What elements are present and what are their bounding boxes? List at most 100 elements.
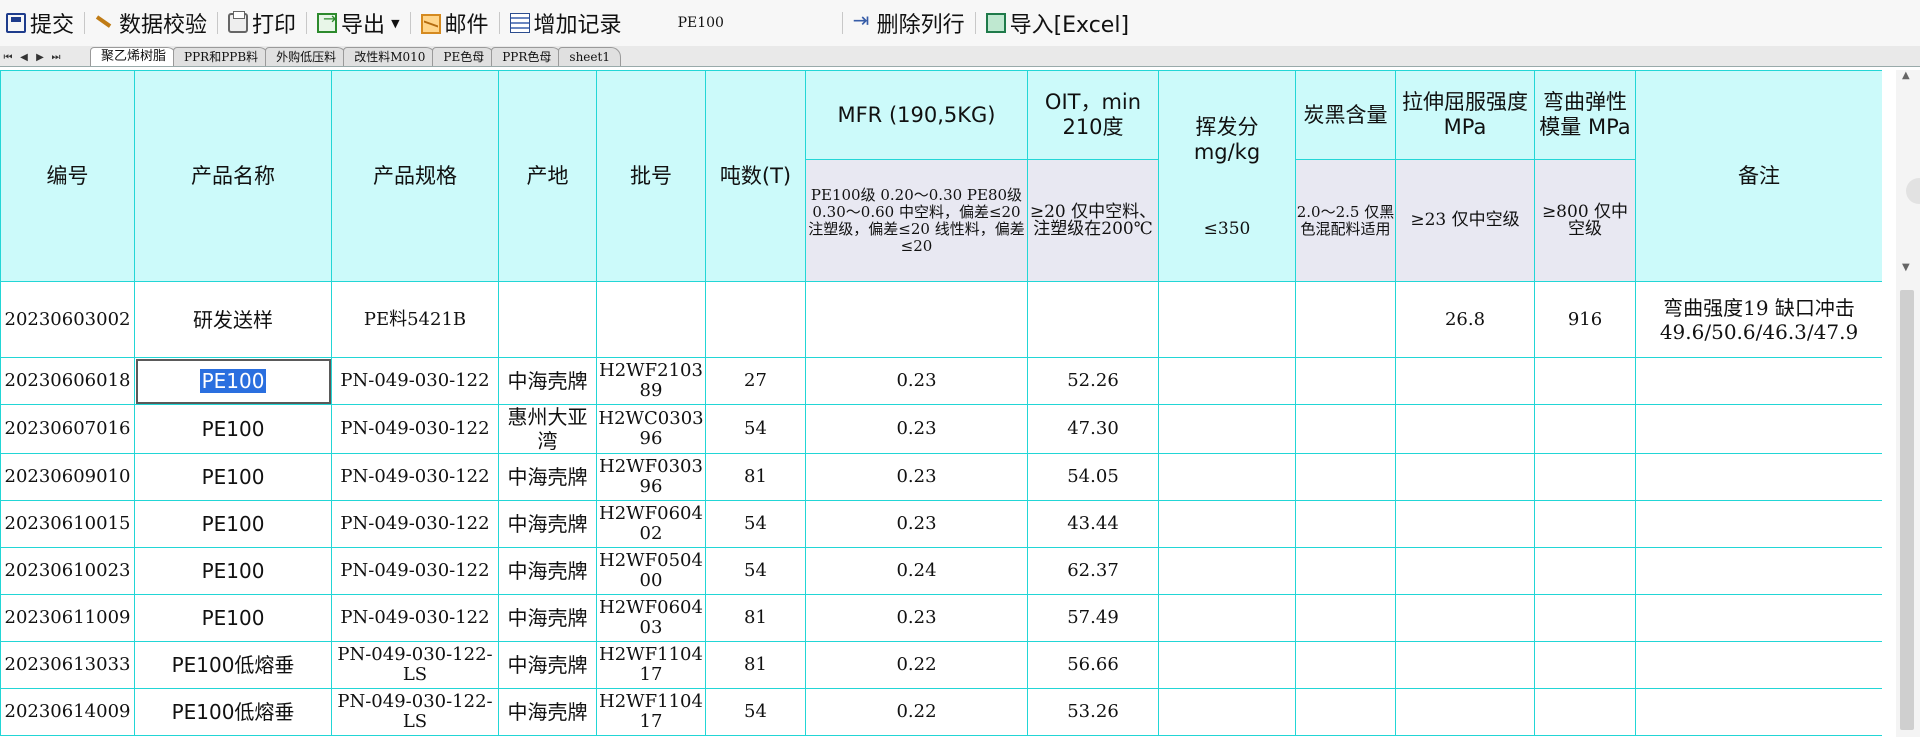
cell-mfr[interactable]: 0.24 [805, 547, 1028, 595]
cell-spec[interactable]: PN-049-030-122 [331, 404, 499, 454]
cell-code[interactable]: 20230610015 [0, 500, 135, 548]
cell-remark[interactable] [1635, 547, 1882, 595]
cell-carbon[interactable] [1295, 547, 1396, 595]
cell-remark[interactable] [1635, 594, 1882, 642]
cell-remark[interactable]: 弯曲强度19 缺口冲击 49.6/50.6/46.3/47.9 [1635, 281, 1882, 358]
export-button[interactable]: 导出 ▼ [311, 3, 405, 43]
cell-tensile[interactable] [1395, 453, 1535, 501]
cell-oit[interactable]: 62.37 [1027, 547, 1159, 595]
tab-purchased-low-pressure[interactable]: 外购低压料 [265, 47, 348, 66]
tab-ppr-ppb[interactable]: PPR和PPB料 [173, 47, 270, 66]
cell-mfr[interactable]: 0.22 [805, 641, 1028, 689]
cell-flex[interactable] [1534, 641, 1636, 689]
cell-code[interactable]: 20230611009 [0, 594, 135, 642]
cell-carbon[interactable] [1295, 688, 1396, 736]
cell-name[interactable]: PE100低熔垂 [134, 641, 332, 689]
cell-code[interactable]: 20230609010 [0, 453, 135, 501]
cell-name[interactable]: PE100 [134, 357, 332, 405]
cell-carbon[interactable] [1295, 281, 1396, 358]
cell-volatile[interactable] [1158, 453, 1296, 501]
add-record-button[interactable]: 增加记录 [504, 3, 628, 43]
cell-batch[interactable]: H2WF050400 [596, 547, 706, 595]
cell-flex[interactable] [1534, 688, 1636, 736]
cell-tons[interactable]: 27 [705, 357, 806, 405]
cell-tensile[interactable] [1395, 547, 1535, 595]
cell-carbon[interactable] [1295, 357, 1396, 405]
cell-origin[interactable] [498, 281, 597, 358]
cell-volatile[interactable] [1158, 547, 1296, 595]
cell-origin[interactable]: 中海壳牌 [498, 641, 597, 689]
cell-volatile[interactable] [1158, 594, 1296, 642]
cell-tensile[interactable] [1395, 688, 1535, 736]
cell-spec[interactable]: PN-049-030-122 [331, 547, 499, 595]
cell-batch[interactable]: H2WF210389 [596, 357, 706, 405]
cell-origin[interactable]: 中海壳牌 [498, 500, 597, 548]
cell-tons[interactable] [705, 281, 806, 358]
cell-name[interactable]: 研发送样 [134, 281, 332, 358]
cell-flex[interactable] [1534, 547, 1636, 595]
cell-oit[interactable]: 47.30 [1027, 404, 1159, 454]
cell-name[interactable]: PE100 [134, 404, 332, 454]
cell-volatile[interactable] [1158, 404, 1296, 454]
cell-volatile[interactable] [1158, 688, 1296, 736]
cell-oit[interactable]: 43.44 [1027, 500, 1159, 548]
cell-origin[interactable]: 中海壳牌 [498, 453, 597, 501]
cell-tensile[interactable] [1395, 357, 1535, 405]
cell-carbon[interactable] [1295, 641, 1396, 689]
cell-spec[interactable]: PN-049-030-122-LS [331, 641, 499, 689]
cell-flex[interactable] [1534, 357, 1636, 405]
cell-tons[interactable]: 54 [705, 547, 806, 595]
last-sheet-icon[interactable]: ⏭ [48, 52, 64, 63]
cell-flex[interactable]: 916 [1534, 281, 1636, 358]
cell-carbon[interactable] [1295, 500, 1396, 548]
mail-button[interactable]: 邮件 [415, 3, 495, 43]
cell-carbon[interactable] [1295, 453, 1396, 501]
cell-tensile[interactable] [1395, 404, 1535, 454]
cell-oit[interactable] [1027, 281, 1159, 358]
cell-origin[interactable]: 中海壳牌 [498, 688, 597, 736]
cell-tensile[interactable] [1395, 594, 1535, 642]
cell-spec[interactable]: PN-049-030-122 [331, 357, 499, 405]
cell-name[interactable]: PE100 [134, 594, 332, 642]
cell-remark[interactable] [1635, 641, 1882, 689]
cell-spec[interactable]: PN-049-030-122 [331, 594, 499, 642]
cell-oit[interactable]: 56.66 [1027, 641, 1159, 689]
cell-carbon[interactable] [1295, 594, 1396, 642]
cell-mfr[interactable] [805, 281, 1028, 358]
cell-tensile[interactable]: 26.8 [1395, 281, 1535, 358]
cell-tons[interactable]: 81 [705, 641, 806, 689]
cell-tons[interactable]: 54 [705, 404, 806, 454]
cell-tons[interactable]: 81 [705, 453, 806, 501]
cell-batch[interactable]: H2WF110417 [596, 688, 706, 736]
scroll-down-icon[interactable]: ▼ [1902, 262, 1910, 273]
cell-remark[interactable] [1635, 453, 1882, 501]
cell-name[interactable]: PE100 [134, 547, 332, 595]
chevron-down-icon[interactable]: ▼ [391, 17, 399, 30]
cell-code[interactable]: 20230614009 [0, 688, 135, 736]
cell-name[interactable]: PE100 [134, 500, 332, 548]
delete-row-button[interactable]: 删除列行 [847, 3, 971, 43]
cell-flex[interactable] [1534, 594, 1636, 642]
tab-sheet1[interactable]: sheet1 [558, 47, 621, 66]
print-button[interactable]: 打印 [222, 3, 302, 43]
cell-batch[interactable]: H2WF110417 [596, 641, 706, 689]
scroll-thumb[interactable] [1900, 290, 1914, 730]
tab-pe-masterbatch[interactable]: PE色母 [432, 47, 496, 66]
cell-oit[interactable]: 53.26 [1027, 688, 1159, 736]
cell-batch[interactable]: H2WC030396 [596, 404, 706, 454]
prev-sheet-icon[interactable]: ◀ [16, 52, 32, 63]
product-field[interactable]: PE100 [628, 15, 838, 31]
next-sheet-icon[interactable]: ▶ [32, 52, 48, 63]
cell-spec[interactable]: PE料5421B [331, 281, 499, 358]
cell-batch[interactable]: H2WF060403 [596, 594, 706, 642]
cell-volatile[interactable] [1158, 281, 1296, 358]
cell-flex[interactable] [1534, 500, 1636, 548]
cell-name[interactable]: PE100 [134, 453, 332, 501]
cell-tons[interactable]: 54 [705, 688, 806, 736]
cell-volatile[interactable] [1158, 500, 1296, 548]
cell-code[interactable]: 20230610023 [0, 547, 135, 595]
cell-spec[interactable]: PN-049-030-122-LS [331, 688, 499, 736]
cell-remark[interactable] [1635, 688, 1882, 736]
cell-oit[interactable]: 57.49 [1027, 594, 1159, 642]
cell-mfr[interactable]: 0.23 [805, 357, 1028, 405]
